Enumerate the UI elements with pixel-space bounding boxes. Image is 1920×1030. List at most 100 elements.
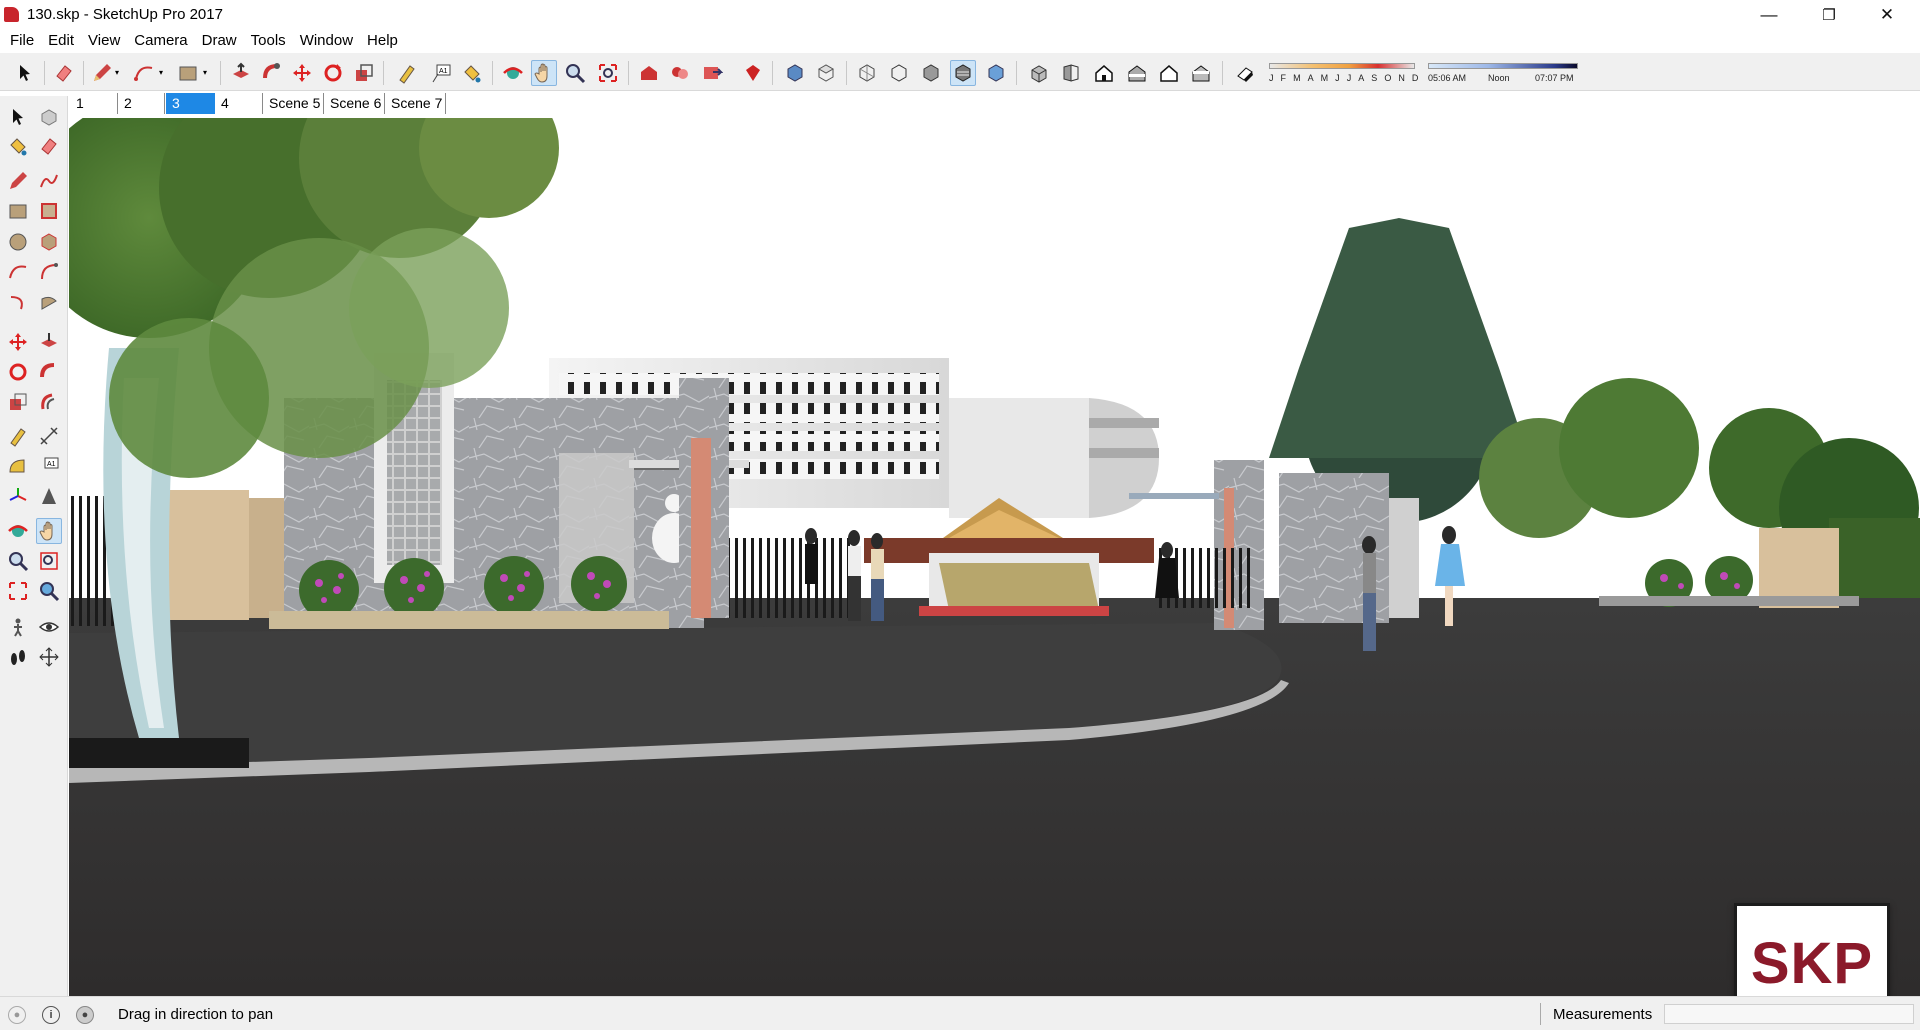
house-front-icon[interactable] bbox=[1091, 60, 1117, 86]
freehand-icon[interactable] bbox=[36, 168, 62, 194]
arc-icon[interactable] bbox=[131, 60, 157, 86]
rotate-icon[interactable] bbox=[5, 359, 31, 385]
zoom-icon[interactable] bbox=[5, 548, 31, 574]
tape-measure-icon[interactable] bbox=[394, 60, 420, 86]
circle-icon[interactable] bbox=[5, 229, 31, 255]
protractor-icon[interactable] bbox=[5, 453, 31, 479]
wireframe-icon[interactable] bbox=[886, 60, 912, 86]
paint-bucket-icon[interactable] bbox=[459, 60, 485, 86]
chevron-down-icon[interactable]: ▾ bbox=[115, 68, 119, 77]
xray-icon[interactable] bbox=[854, 60, 880, 86]
scene-tab[interactable]: 1 bbox=[70, 93, 118, 114]
walk-icon[interactable] bbox=[5, 644, 31, 670]
menu-edit[interactable]: Edit bbox=[41, 29, 81, 53]
orbit-icon[interactable] bbox=[500, 60, 526, 86]
follow-me-icon[interactable] bbox=[36, 359, 62, 385]
back-view-icon[interactable] bbox=[1156, 60, 1182, 86]
left-view-icon[interactable] bbox=[1188, 60, 1214, 86]
menu-help[interactable]: Help bbox=[360, 29, 405, 53]
menu-camera[interactable]: Camera bbox=[127, 29, 194, 53]
rectangle-icon[interactable] bbox=[5, 198, 31, 224]
text-icon[interactable]: A1 bbox=[36, 453, 62, 479]
scene-tab[interactable]: Scene 6 bbox=[324, 93, 385, 114]
look-around-icon[interactable] bbox=[36, 614, 62, 640]
two-point-arc-icon[interactable] bbox=[36, 259, 62, 285]
offset-icon[interactable] bbox=[36, 389, 62, 415]
push-pull-icon[interactable] bbox=[36, 329, 62, 355]
minimize-button[interactable]: — bbox=[1740, 0, 1798, 29]
zoom-icon[interactable] bbox=[562, 60, 588, 86]
rotate-icon[interactable] bbox=[320, 60, 346, 86]
front-view-icon[interactable] bbox=[1058, 60, 1084, 86]
chevron-down-icon[interactable]: ▾ bbox=[203, 68, 207, 77]
rectangle-icon[interactable] bbox=[175, 60, 201, 86]
pie-icon[interactable] bbox=[36, 289, 62, 315]
menu-file[interactable]: File bbox=[3, 29, 41, 53]
close-button[interactable]: ✕ bbox=[1858, 0, 1916, 29]
extension-warehouse-icon[interactable] bbox=[740, 60, 766, 86]
make-component-icon[interactable] bbox=[36, 104, 62, 130]
components-icon[interactable] bbox=[667, 60, 693, 86]
iso-view-icon[interactable] bbox=[782, 60, 808, 86]
zoom-extents-icon[interactable] bbox=[595, 60, 621, 86]
share-model-icon[interactable] bbox=[699, 60, 725, 86]
rotated-rectangle-icon[interactable] bbox=[36, 198, 62, 224]
menu-tools[interactable]: Tools bbox=[244, 29, 293, 53]
scale-icon[interactable] bbox=[5, 389, 31, 415]
menu-window[interactable]: Window bbox=[293, 29, 360, 53]
pan-icon[interactable] bbox=[36, 518, 62, 544]
line-tool-icon[interactable] bbox=[5, 168, 31, 194]
orbit-icon[interactable] bbox=[5, 518, 31, 544]
eraser-icon[interactable] bbox=[51, 60, 77, 86]
tape-measure-icon[interactable] bbox=[5, 423, 31, 449]
scene-tab[interactable]: 4 bbox=[215, 93, 263, 114]
info-icon[interactable]: i bbox=[42, 1006, 60, 1024]
three-point-arc-icon[interactable] bbox=[5, 289, 31, 315]
menu-draw[interactable]: Draw bbox=[195, 29, 244, 53]
warehouse-icon[interactable] bbox=[636, 60, 662, 86]
monochrome-icon[interactable] bbox=[983, 60, 1009, 86]
scene-tab[interactable]: 2 bbox=[118, 93, 165, 114]
follow-me-icon[interactable] bbox=[259, 60, 285, 86]
polygon-icon[interactable] bbox=[36, 229, 62, 255]
scale-icon[interactable] bbox=[351, 60, 377, 86]
arc-icon[interactable] bbox=[5, 259, 31, 285]
main-toolbar: ▾ ▾ ▾ A1 bbox=[0, 53, 1920, 91]
select-tool-icon[interactable] bbox=[12, 60, 38, 86]
text-icon[interactable]: A1 bbox=[428, 60, 454, 86]
pencil-icon[interactable] bbox=[89, 60, 115, 86]
chevron-down-icon[interactable]: ▾ bbox=[159, 68, 163, 77]
position-camera-icon[interactable] bbox=[5, 614, 31, 640]
previous-view-icon[interactable] bbox=[36, 578, 62, 604]
user-account-icon[interactable]: ● bbox=[76, 1006, 94, 1024]
scene-tab-active[interactable]: 3 bbox=[166, 93, 215, 114]
move-icon[interactable] bbox=[5, 329, 31, 355]
top-view-icon[interactable] bbox=[813, 60, 839, 86]
scene-tab[interactable]: Scene 5 bbox=[263, 93, 324, 114]
maximize-button[interactable]: ❐ bbox=[1800, 0, 1858, 29]
month-slider[interactable] bbox=[1269, 63, 1415, 69]
scene-tab[interactable]: Scene 7 bbox=[385, 93, 446, 114]
zoom-window-icon[interactable] bbox=[36, 548, 62, 574]
model-viewport[interactable]: SKP bbox=[69, 118, 1920, 996]
zoom-extents-icon[interactable] bbox=[5, 578, 31, 604]
paint-bucket-icon[interactable] bbox=[5, 133, 31, 159]
iso-camera-icon[interactable] bbox=[1026, 60, 1052, 86]
pan-icon[interactable] bbox=[531, 60, 557, 86]
right-view-icon[interactable] bbox=[1124, 60, 1150, 86]
section-plane-icon[interactable] bbox=[36, 644, 62, 670]
move-icon[interactable] bbox=[289, 60, 315, 86]
eraser-icon[interactable] bbox=[36, 133, 62, 159]
measurements-input[interactable] bbox=[1664, 1004, 1914, 1024]
axes-icon[interactable] bbox=[5, 483, 31, 509]
dimension-icon[interactable] bbox=[36, 423, 62, 449]
select-tool-icon[interactable] bbox=[5, 104, 31, 130]
menu-view[interactable]: View bbox=[81, 29, 127, 53]
shaded-icon[interactable] bbox=[918, 60, 944, 86]
geolocation-icon[interactable]: ● bbox=[8, 1006, 26, 1024]
shadows-toggle-icon[interactable] bbox=[1232, 60, 1258, 86]
shaded-textures-icon[interactable] bbox=[950, 60, 976, 86]
push-pull-icon[interactable] bbox=[228, 60, 254, 86]
time-slider[interactable] bbox=[1428, 63, 1578, 69]
3d-text-icon[interactable] bbox=[36, 483, 62, 509]
